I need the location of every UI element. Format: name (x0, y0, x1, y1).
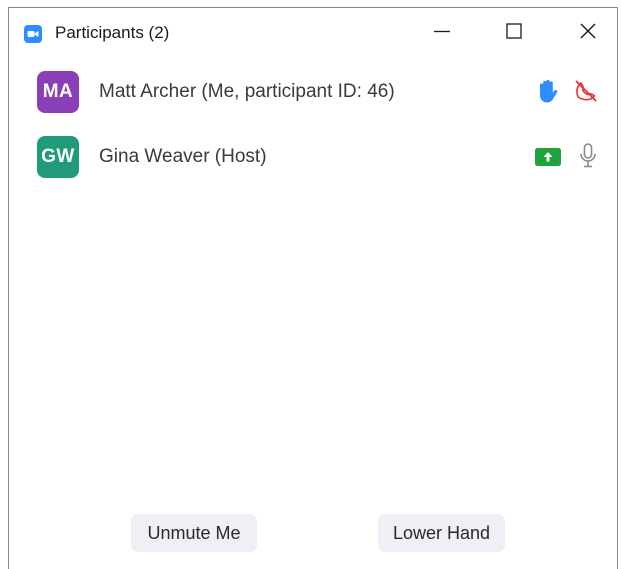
participant-row-matt-archer[interactable]: MA Matt Archer (Me, participant ID: 46) (9, 66, 617, 122)
window-title: Participants (2) (55, 23, 170, 42)
participant-row-gina-weaver[interactable]: GW Gina Weaver (Host) (9, 131, 617, 187)
minimize-icon (432, 21, 452, 46)
avatar: GW (37, 136, 79, 178)
participant-name: Gina Weaver (Host) (99, 146, 267, 167)
unmute-me-button[interactable]: Unmute Me (131, 514, 257, 552)
title-bar[interactable]: Participants (2) (9, 8, 617, 58)
maximize-button[interactable] (497, 18, 531, 48)
participant-name: Matt Archer (Me, participant ID: 46) (99, 81, 395, 102)
raised-hand-icon (534, 78, 560, 104)
video-off-icon (573, 78, 599, 104)
avatar-initials: GW (41, 146, 75, 167)
participants-window: Participants (2) MA Matt Archer (Me, par… (8, 7, 618, 569)
close-button[interactable] (571, 18, 605, 48)
maximize-icon (504, 21, 524, 46)
close-icon (578, 21, 598, 46)
action-bar: Unmute Me Lower Hand (9, 514, 617, 554)
microphone-icon (575, 143, 601, 169)
screen-share-icon (535, 144, 561, 170)
avatar: MA (37, 71, 79, 113)
zoom-camera-icon (24, 25, 42, 43)
avatar-initials: MA (42, 81, 74, 102)
lower-hand-button[interactable]: Lower Hand (378, 514, 505, 552)
minimize-button[interactable] (425, 18, 459, 48)
